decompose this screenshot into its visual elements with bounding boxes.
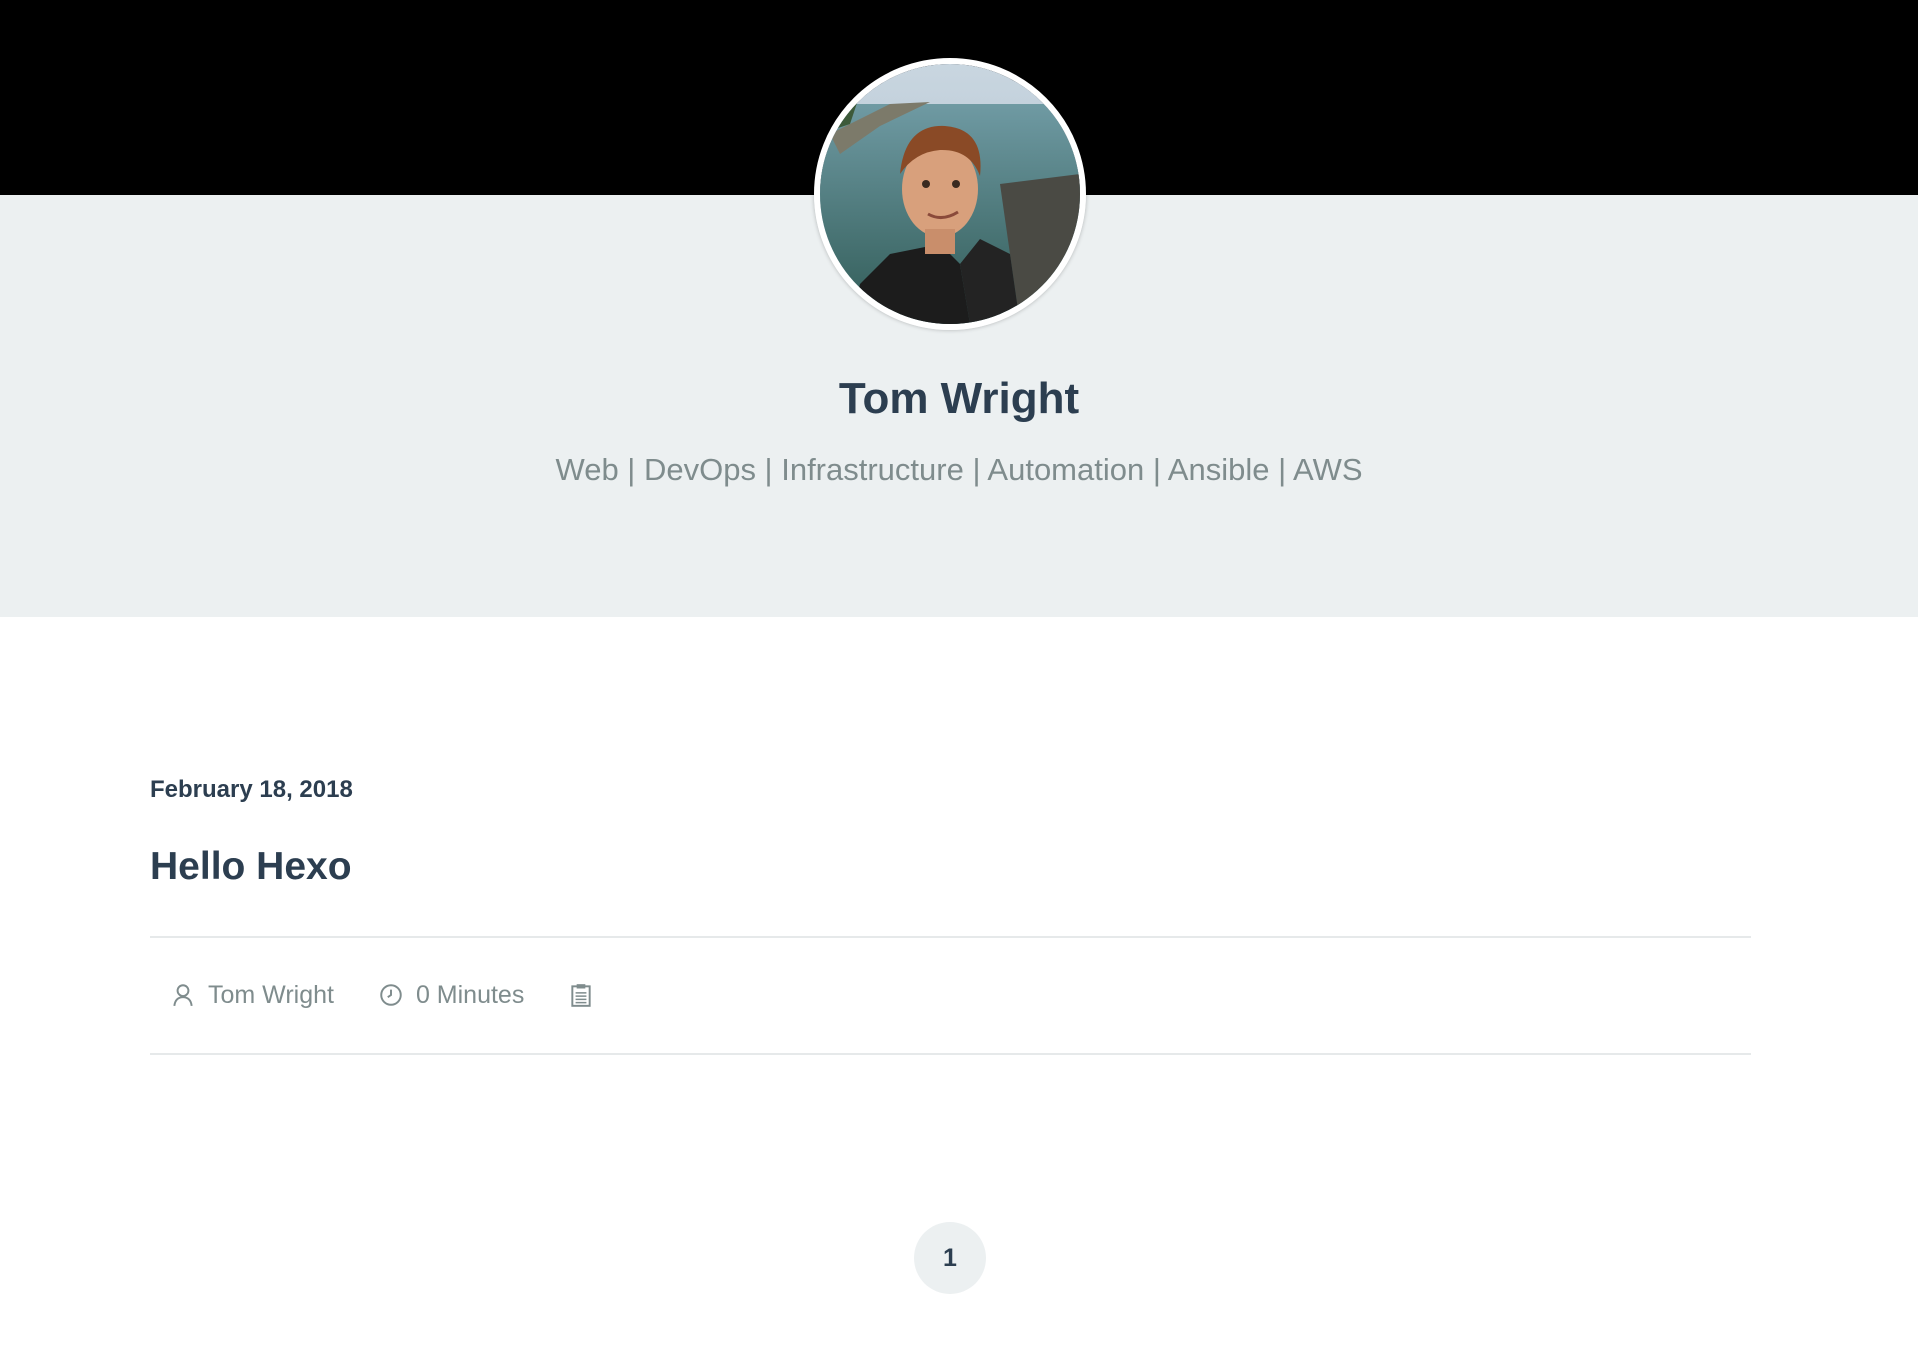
post-divider-bottom xyxy=(150,1053,1751,1055)
profile-photo-image xyxy=(820,64,1080,324)
pagination-page-1[interactable]: 1 xyxy=(914,1222,986,1294)
post-category[interactable] xyxy=(568,982,606,1008)
post-divider-top xyxy=(150,936,1751,938)
clock-icon xyxy=(380,984,402,1006)
post-meta: Tom Wright 0 Minutes xyxy=(150,975,606,1015)
site-tagline: Web | DevOps | Infrastructure | Automati… xyxy=(555,452,1363,487)
post-reading-time: 0 Minutes xyxy=(378,981,524,1010)
post-title-link[interactable]: Hello Hexo xyxy=(150,845,352,889)
post-author[interactable]: Tom Wright xyxy=(170,981,334,1010)
avatar[interactable] xyxy=(814,58,1086,330)
post-date: February 18, 2018 xyxy=(150,776,353,803)
post-reading-time-value: 0 Minutes xyxy=(415,980,525,1009)
post-author-name: Tom Wright xyxy=(208,980,334,1009)
site-name[interactable]: Tom Wright xyxy=(0,374,1918,424)
user-icon xyxy=(173,984,193,1006)
clipboard-icon xyxy=(571,984,591,1007)
